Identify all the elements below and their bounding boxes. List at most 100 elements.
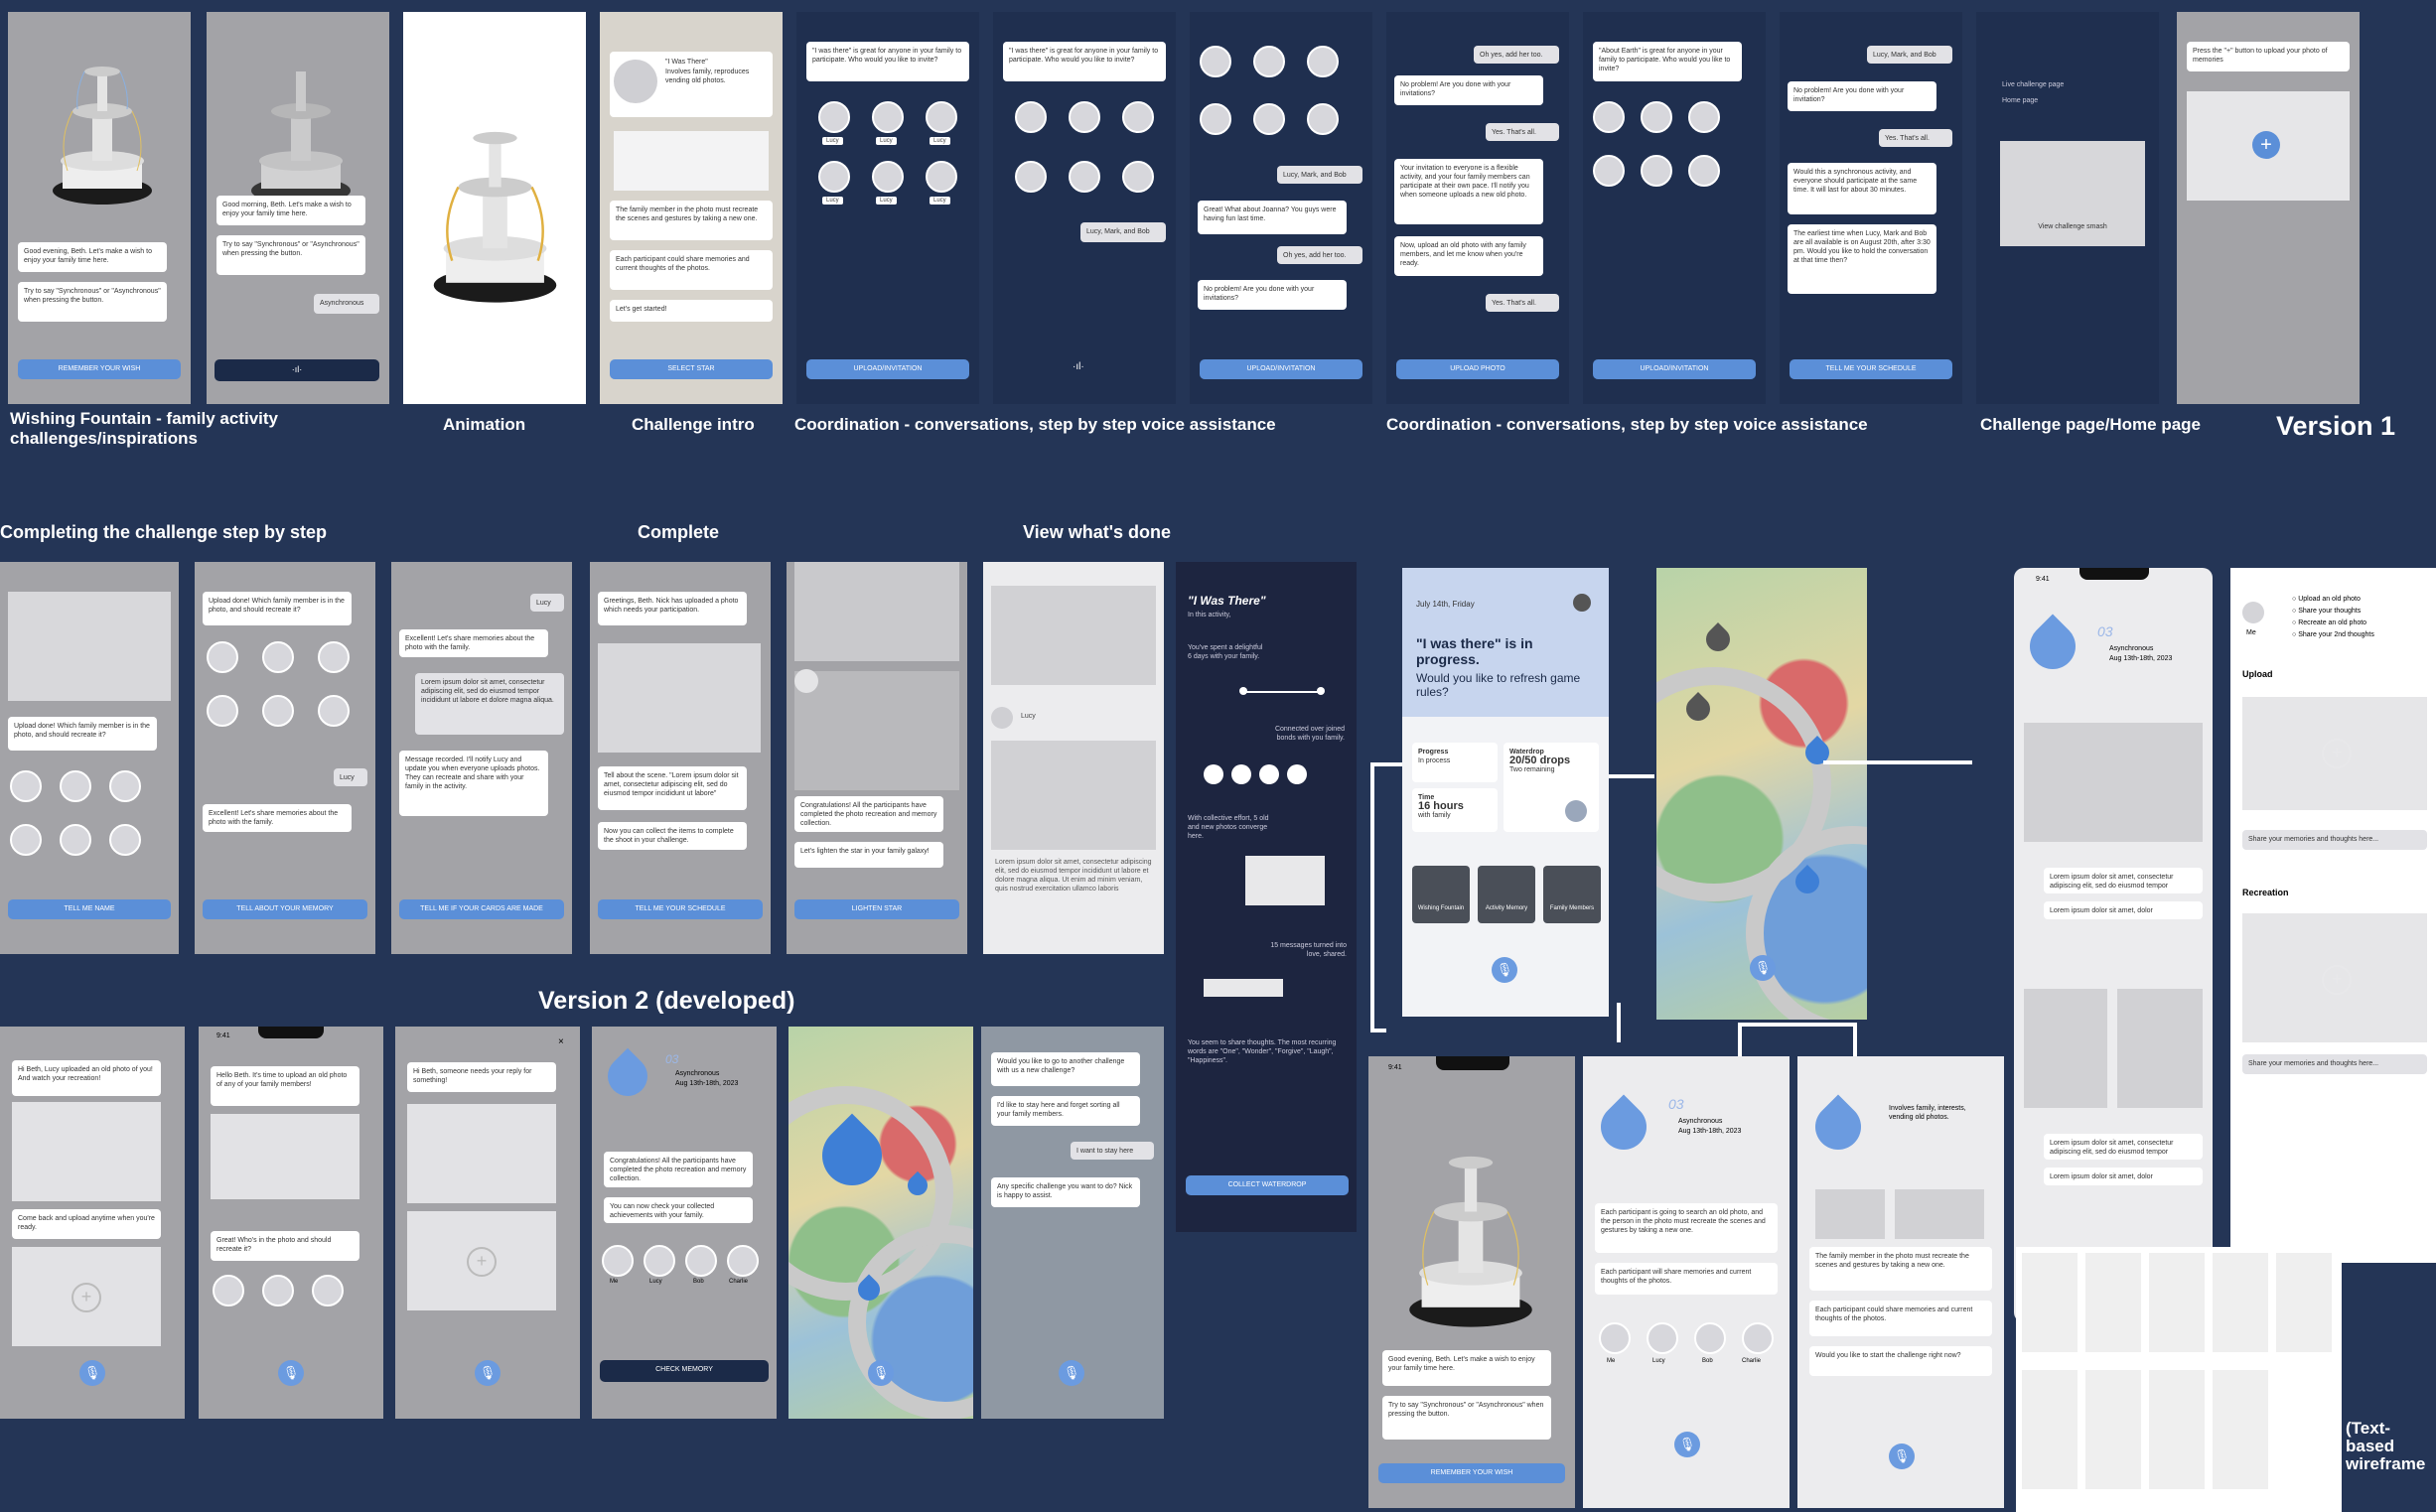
family-avatar[interactable] — [318, 641, 350, 673]
add-photo-button[interactable]: + — [72, 1283, 101, 1312]
upload-invitation-button[interactable]: UPLOAD/INVITATION — [1200, 359, 1362, 379]
add-photo-button[interactable]: + — [2252, 131, 2280, 159]
voice-button[interactable]: ·ıl· — [215, 359, 379, 381]
family-avatar[interactable] — [109, 824, 141, 856]
upload-photo-button[interactable]: UPLOAD PHOTO — [1396, 359, 1559, 379]
add-photo-button[interactable]: + — [2322, 739, 2352, 768]
family-avatar[interactable] — [1015, 161, 1047, 193]
mic-button[interactable]: 🎙 — [1889, 1443, 1915, 1469]
family-avatar[interactable] — [1688, 101, 1720, 133]
family-avatar[interactable] — [60, 824, 91, 856]
remember-wish-button[interactable]: REMEMBER YOUR WISH — [18, 359, 181, 379]
option-radio[interactable]: ○ Share your 2nd thoughts — [2292, 631, 2374, 638]
profile-icon[interactable] — [1573, 594, 1591, 612]
family-avatar[interactable] — [818, 161, 850, 193]
tell-name-button[interactable]: TELL ME NAME — [8, 899, 171, 919]
tile-wishing-fountain[interactable]: Wishing Fountain — [1412, 866, 1470, 923]
family-avatar[interactable] — [262, 641, 294, 673]
close-icon[interactable]: × — [558, 1036, 564, 1047]
family-avatar[interactable] — [1694, 1322, 1726, 1354]
family-avatar[interactable] — [1122, 101, 1154, 133]
family-avatar[interactable] — [872, 161, 904, 193]
mic-button[interactable]: 🎙 — [1059, 1360, 1084, 1386]
family-avatar[interactable] — [685, 1245, 717, 1277]
thoughts-input[interactable]: Share your memories and thoughts here... — [2242, 830, 2427, 850]
collect-waterdrop-button[interactable]: COLLECT WATERDROP — [1186, 1175, 1349, 1195]
tell-memory-button[interactable]: TELL ABOUT YOUR MEMORY — [203, 899, 367, 919]
family-avatar[interactable] — [1015, 101, 1047, 133]
select-star-button[interactable]: SELECT STAR — [610, 359, 773, 379]
family-avatar[interactable] — [1688, 155, 1720, 187]
upload-invitation-button[interactable]: UPLOAD/INVITATION — [1593, 359, 1756, 379]
family-avatar[interactable] — [1599, 1322, 1631, 1354]
tile-family-members[interactable]: Family Members — [1543, 866, 1601, 923]
person-label: Bob — [693, 1279, 704, 1285]
family-avatar[interactable] — [207, 695, 238, 727]
tell-schedule-button[interactable]: TELL ME YOUR SCHEDULE — [1790, 359, 1952, 379]
family-avatar[interactable] — [1593, 101, 1625, 133]
family-avatar[interactable] — [60, 770, 91, 802]
mic-button[interactable]: 🎙 — [475, 1360, 501, 1386]
family-avatar[interactable] — [10, 824, 42, 856]
option-radio[interactable]: ○ Share your thoughts — [2292, 608, 2361, 615]
mic-button[interactable]: 🎙 — [79, 1360, 105, 1386]
mic-button[interactable]: 🎙 — [1492, 957, 1517, 983]
family-avatar[interactable] — [262, 695, 294, 727]
family-avatar[interactable] — [1200, 46, 1231, 77]
family-avatar[interactable] — [926, 101, 957, 133]
family-avatar[interactable] — [1122, 161, 1154, 193]
tell-schedule-button[interactable]: TELL ME YOUR SCHEDULE — [598, 899, 763, 919]
waterdrop-card[interactable]: Waterdrop 20/50 drops Two remaining — [1504, 743, 1599, 832]
family-avatar[interactable] — [818, 101, 850, 133]
photo-stack — [1245, 856, 1325, 905]
family-avatar[interactable] — [1253, 46, 1285, 77]
family-avatar[interactable] — [1641, 155, 1672, 187]
summary-title: "I Was There" — [1188, 594, 1266, 608]
family-avatar[interactable] — [312, 1275, 344, 1306]
mic-button[interactable]: 🎙 — [1674, 1432, 1700, 1457]
family-avatar[interactable] — [644, 1245, 675, 1277]
family-avatar[interactable] — [1647, 1322, 1678, 1354]
family-avatar[interactable] — [1200, 103, 1231, 135]
tile-activity-memory[interactable]: Activity Memory — [1478, 866, 1535, 923]
family-avatar[interactable] — [213, 1275, 244, 1306]
mic-button[interactable]: 🎙 — [1750, 955, 1776, 981]
family-avatar[interactable] — [602, 1245, 634, 1277]
user-reply-bubble: Lucy — [334, 768, 367, 786]
family-avatar[interactable] — [10, 770, 42, 802]
home-headline: "I was there" is in progress. — [1416, 635, 1533, 667]
progress-card[interactable]: Progress In process — [1412, 743, 1498, 782]
family-avatar[interactable] — [1069, 161, 1100, 193]
family-avatar[interactable] — [1253, 103, 1285, 135]
add-photo-button[interactable]: + — [467, 1247, 497, 1277]
family-avatar[interactable] — [1593, 155, 1625, 187]
family-avatar[interactable] — [207, 641, 238, 673]
family-avatar[interactable] — [1641, 101, 1672, 133]
family-avatar[interactable] — [1307, 46, 1339, 77]
family-avatar[interactable] — [872, 101, 904, 133]
option-radio[interactable]: ○ Upload an old photo — [2292, 596, 2361, 603]
remember-wish-button[interactable]: REMEMBER YOUR WISH — [1378, 1463, 1565, 1483]
family-avatar[interactable] — [109, 770, 141, 802]
family-avatar[interactable] — [1307, 103, 1339, 135]
family-avatar[interactable] — [262, 1275, 294, 1306]
family-avatar[interactable] — [1069, 101, 1100, 133]
time-card[interactable]: Time 16 hours with family — [1412, 788, 1498, 832]
upload-invitation-button[interactable]: UPLOAD/INVITATION — [806, 359, 969, 379]
family-avatar[interactable] — [926, 161, 957, 193]
family-avatar[interactable] — [1742, 1322, 1774, 1354]
challenge-card[interactable]: View challenge smash — [2000, 141, 2145, 246]
thoughts-input[interactable]: Share your memories and thoughts here... — [2242, 1054, 2427, 1074]
mic-button[interactable]: 🎙 — [278, 1360, 304, 1386]
tell-cards-button[interactable]: TELL ME IF YOUR CARDS ARE MADE — [399, 899, 564, 919]
label-challenge-intro: Challenge intro — [632, 415, 755, 434]
check-memory-button[interactable]: CHECK MEMORY — [600, 1360, 769, 1382]
lighten-star-button[interactable]: LIGHTEN STAR — [794, 899, 959, 919]
add-photo-button[interactable]: + — [2322, 965, 2352, 995]
option-radio[interactable]: ○ Recreate an old photo — [2292, 619, 2366, 626]
photo-placeholder — [211, 1114, 359, 1199]
mic-button[interactable]: 🎙 — [868, 1360, 894, 1386]
family-avatar[interactable] — [727, 1245, 759, 1277]
user-reply-bubble: Oh yes, add her too. — [1474, 46, 1559, 64]
family-avatar[interactable] — [318, 695, 350, 727]
